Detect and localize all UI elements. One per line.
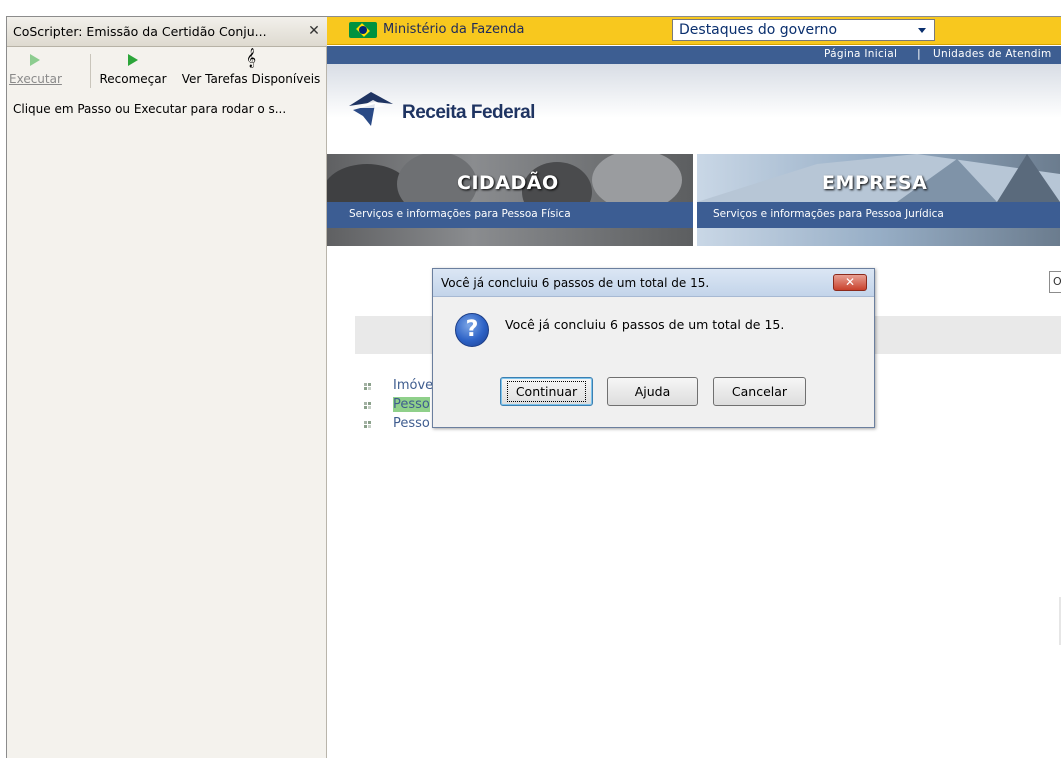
tab-cidadao-subtitle: Serviços e informações para Pessoa Físic… bbox=[327, 202, 693, 228]
continue-button[interactable]: Continuar bbox=[500, 377, 593, 406]
view-tasks-button[interactable]: 𝄞 Ver Tarefas Disponíveis bbox=[175, 48, 327, 96]
dialog-message: Você já concluiu 6 passos de um total de… bbox=[505, 317, 785, 332]
ministry-link[interactable]: Ministério da Fazenda bbox=[383, 22, 524, 37]
sidebar-toolbar: Executar Recomeçar 𝄞 Ver Tarefas Disponí… bbox=[7, 48, 327, 96]
gov-select-value: Destaques do governo bbox=[679, 22, 838, 38]
chevron-down-icon bbox=[918, 28, 926, 33]
nav-units-link[interactable]: Unidades de Atendim bbox=[933, 48, 1052, 60]
dialog-titlebar[interactable]: Você já concluiu 6 passos de um total de… bbox=[433, 269, 874, 297]
bullet-icon bbox=[363, 420, 372, 429]
sidebar-hint: Clique em Passo ou Executar para rodar o… bbox=[13, 102, 287, 116]
sidebar-header: CoScripter: Emissão da Certidão Conju...… bbox=[7, 17, 327, 47]
continue-label: Continuar bbox=[506, 381, 587, 402]
tasks-icon: 𝄞 bbox=[245, 48, 257, 68]
receita-federal-logo-icon[interactable] bbox=[345, 86, 397, 130]
top-nav: Página Inicial | Unidades de Atendim bbox=[327, 46, 1061, 64]
dialog-title: Você já concluiu 6 passos de um total de… bbox=[441, 276, 710, 290]
tab-cidadao-title: CIDADÃO bbox=[457, 172, 559, 194]
play-icon bbox=[9, 52, 61, 68]
nav-separator: | bbox=[917, 47, 921, 60]
coscripter-sidebar: CoScripter: Emissão da Certidão Conju...… bbox=[7, 17, 327, 758]
close-icon[interactable]: ✕ bbox=[833, 274, 867, 291]
bullet-icon bbox=[363, 382, 372, 391]
toolbar-divider bbox=[90, 54, 91, 88]
restart-label: Recomeçar bbox=[99, 72, 167, 86]
list-item-label: Pesso bbox=[393, 416, 430, 431]
tab-cidadao[interactable]: CIDADÃO Serviços e informações para Pess… bbox=[327, 154, 693, 246]
help-button[interactable]: Ajuda bbox=[607, 377, 698, 406]
close-icon[interactable]: ✕ bbox=[307, 23, 321, 39]
bullet-icon bbox=[363, 401, 372, 410]
site-logo-text[interactable]: Receita Federal bbox=[402, 102, 535, 124]
restart-button[interactable]: Recomeçar bbox=[93, 48, 173, 96]
tab-empresa-subtitle: Serviços e informações para Pessoa Juríd… bbox=[697, 202, 1060, 228]
question-icon: ? bbox=[455, 313, 489, 347]
tab-empresa[interactable]: EMPRESA Serviços e informações para Pess… bbox=[697, 154, 1060, 246]
execute-button[interactable]: Executar bbox=[9, 48, 62, 96]
list-item-label: Pesso bbox=[393, 397, 430, 412]
list-item-label: Imóvel bbox=[393, 378, 437, 393]
play-icon bbox=[93, 52, 173, 68]
tab-empresa-title: EMPRESA bbox=[822, 172, 928, 194]
brazil-flag-icon bbox=[349, 22, 377, 38]
execute-label: Executar bbox=[9, 72, 62, 86]
sidebar-title: CoScripter: Emissão da Certidão Conju... bbox=[13, 24, 267, 39]
view-tasks-label: Ver Tarefas Disponíveis bbox=[181, 72, 321, 86]
gov-highlights-select[interactable]: Destaques do governo bbox=[672, 19, 935, 41]
partial-field[interactable]: Or bbox=[1049, 271, 1061, 293]
cancel-button[interactable]: Cancelar bbox=[713, 377, 806, 406]
nav-home-link[interactable]: Página Inicial bbox=[824, 48, 897, 60]
site-header: Receita Federal bbox=[327, 64, 1061, 154]
progress-dialog: Você já concluiu 6 passos de um total de… bbox=[432, 268, 875, 428]
gov-bar: Ministério da Fazenda Destaques do gover… bbox=[327, 17, 1061, 45]
